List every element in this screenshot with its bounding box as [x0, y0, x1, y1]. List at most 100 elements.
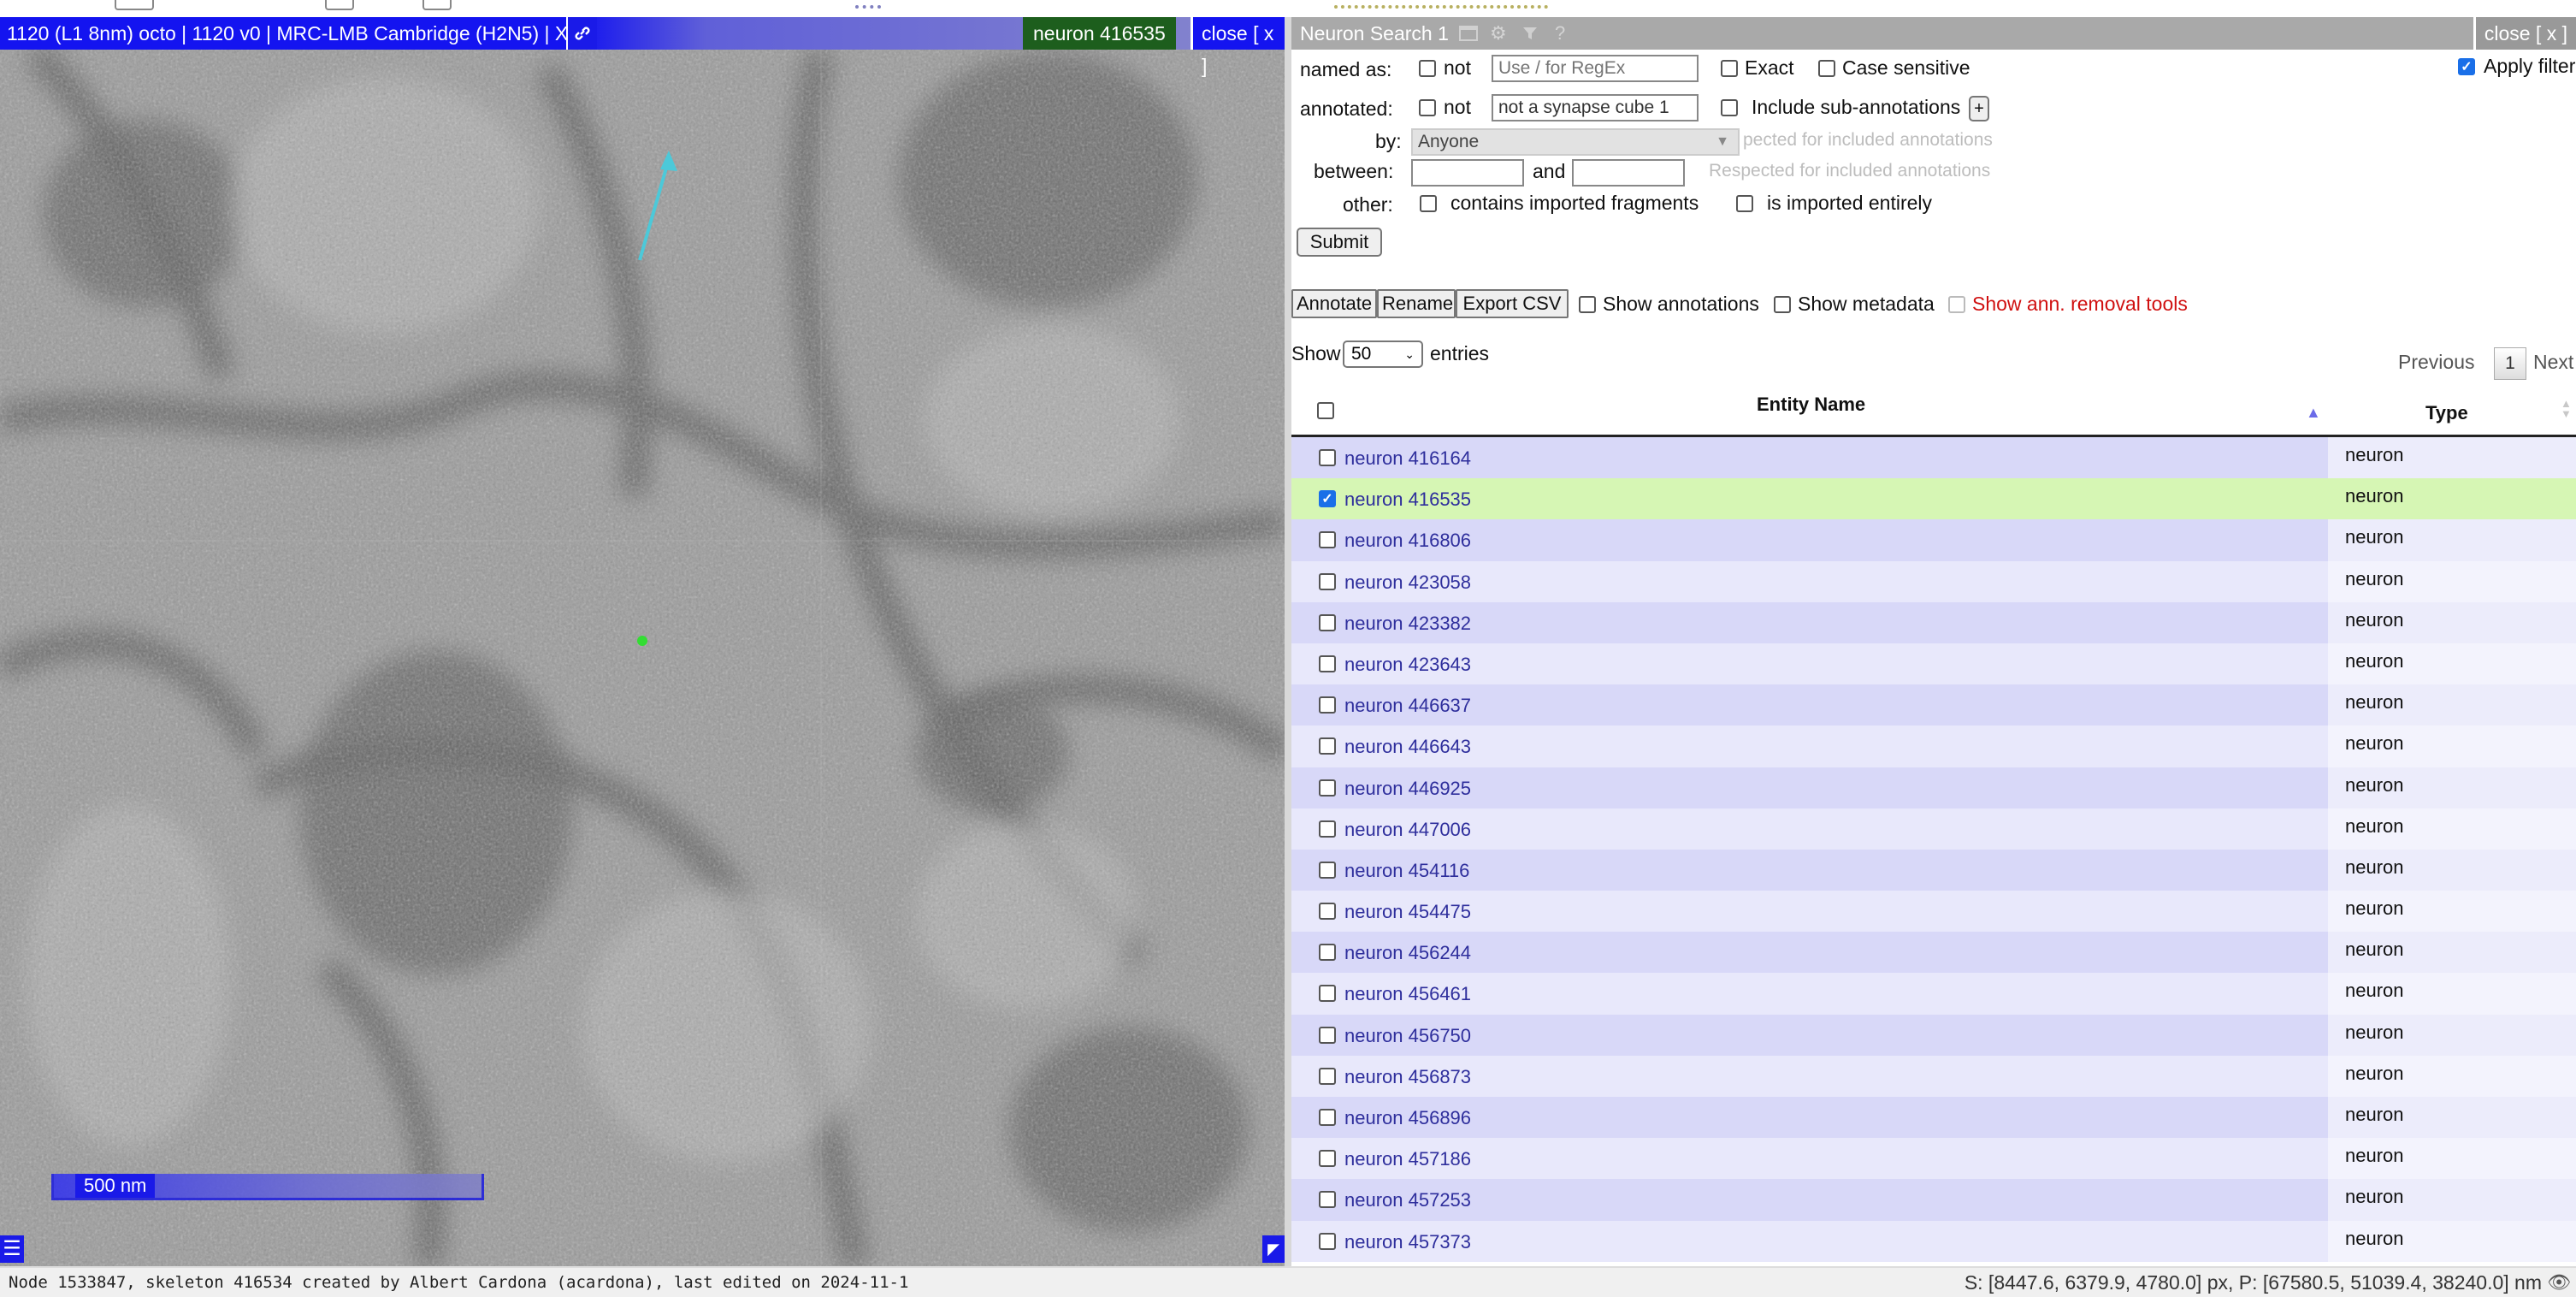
- table-row[interactable]: neuron 457373 neuron: [1291, 1220, 2576, 1262]
- annotated-not-checkbox[interactable]: [1419, 99, 1436, 116]
- row-checkbox[interactable]: [1319, 449, 1336, 466]
- table-row[interactable]: neuron 423058 neuron: [1291, 560, 2576, 602]
- table-row[interactable]: neuron 457253 neuron: [1291, 1179, 2576, 1221]
- type-header[interactable]: Type: [2425, 402, 2468, 424]
- row-checkbox[interactable]: [1319, 820, 1336, 838]
- sort-both-icon[interactable]: ▲ ▼: [2561, 398, 2572, 419]
- annotation-input[interactable]: not a synapse cube 1: [1492, 94, 1699, 121]
- table-row[interactable]: neuron 446643 neuron: [1291, 725, 2576, 767]
- name-search-input[interactable]: [1492, 55, 1699, 82]
- table-row[interactable]: neuron 456750 neuron: [1291, 1014, 2576, 1056]
- table-row[interactable]: neuron 456461 neuron: [1291, 973, 2576, 1015]
- window-icon[interactable]: [1459, 17, 1478, 51]
- row-checkbox[interactable]: [1319, 1067, 1336, 1085]
- next-page-button[interactable]: Next: [2533, 351, 2573, 374]
- neuron-link[interactable]: neuron 416164: [1344, 447, 1471, 470]
- panel-close-button[interactable]: close [ x ]: [2473, 17, 2576, 50]
- annotator-select[interactable]: Anyone ▼: [1411, 128, 1740, 156]
- sort-asc-icon[interactable]: ▲: [2306, 404, 2321, 422]
- menu-icon[interactable]: ☰: [0, 1235, 24, 1263]
- export-csv-button[interactable]: Export CSV: [1456, 289, 1569, 318]
- neuron-link[interactable]: neuron 456750: [1344, 1025, 1471, 1047]
- row-checkbox[interactable]: [1319, 944, 1336, 962]
- apply-filters-checkbox[interactable]: ✓: [2458, 58, 2475, 75]
- help-icon[interactable]: ?: [1555, 17, 1565, 50]
- active-node-marker[interactable]: [637, 636, 647, 646]
- date-from-input[interactable]: [1411, 159, 1524, 187]
- stack-viewer[interactable]: 1120 (L1 8nm) octo | 1120 v0 | MRC-LMB C…: [0, 17, 1285, 1266]
- row-checkbox[interactable]: [1319, 1109, 1336, 1126]
- eye-icon[interactable]: 👁: [2547, 1271, 2571, 1294]
- include-sub-annotations-checkbox[interactable]: [1721, 99, 1738, 116]
- case-sensitive-checkbox[interactable]: [1818, 60, 1835, 77]
- table-row[interactable]: ✓ neuron 416535 neuron: [1291, 478, 2576, 520]
- row-checkbox[interactable]: [1319, 654, 1336, 672]
- table-row[interactable]: neuron 457186 neuron: [1291, 1138, 2576, 1180]
- row-checkbox[interactable]: [1319, 1150, 1336, 1168]
- link-icon[interactable]: [566, 17, 597, 50]
- table-row[interactable]: neuron 446925 neuron: [1291, 767, 2576, 808]
- active-neuron-badge[interactable]: neuron 416535: [1023, 17, 1176, 50]
- neuron-link[interactable]: neuron 456461: [1344, 983, 1471, 1005]
- row-checkbox[interactable]: [1319, 1191, 1336, 1209]
- neuron-link[interactable]: neuron 423382: [1344, 613, 1471, 635]
- date-to-input[interactable]: [1572, 159, 1685, 187]
- filter-icon[interactable]: [1522, 17, 1538, 51]
- neuron-link[interactable]: neuron 446643: [1344, 736, 1471, 758]
- em-image[interactable]: [0, 17, 1285, 1266]
- table-row[interactable]: neuron 456896 neuron: [1291, 1097, 2576, 1139]
- neuron-link[interactable]: neuron 456873: [1344, 1066, 1471, 1088]
- imported-fragments-checkbox[interactable]: [1420, 195, 1437, 212]
- imported-entirely-checkbox[interactable]: [1736, 195, 1753, 212]
- table-row[interactable]: neuron 423643 neuron: [1291, 643, 2576, 685]
- toolbar-button-fragment[interactable]: [115, 0, 154, 10]
- row-checkbox[interactable]: [1319, 985, 1336, 1003]
- neuron-link[interactable]: neuron 454116: [1344, 860, 1469, 882]
- row-checkbox[interactable]: [1319, 737, 1336, 755]
- rename-button[interactable]: Rename: [1377, 289, 1456, 318]
- annotate-button[interactable]: Annotate: [1291, 289, 1377, 318]
- table-row[interactable]: neuron 454116 neuron: [1291, 849, 2576, 891]
- neuron-link[interactable]: neuron 447006: [1344, 819, 1471, 841]
- entries-select[interactable]: 50 ⌄: [1343, 341, 1423, 368]
- exact-checkbox[interactable]: [1721, 60, 1738, 77]
- neuron-link[interactable]: neuron 454475: [1344, 901, 1471, 923]
- neuron-link[interactable]: neuron 423058: [1344, 572, 1471, 594]
- row-checkbox[interactable]: [1319, 572, 1336, 590]
- add-annotation-button[interactable]: +: [1969, 96, 1989, 121]
- row-checkbox[interactable]: [1319, 1232, 1336, 1250]
- table-row[interactable]: neuron 416164 neuron: [1291, 437, 2576, 479]
- previous-page-button[interactable]: Previous: [2398, 351, 2474, 374]
- neuron-link[interactable]: neuron 457253: [1344, 1189, 1471, 1211]
- row-checkbox[interactable]: [1319, 613, 1336, 631]
- neuron-link[interactable]: neuron 423643: [1344, 654, 1471, 676]
- neuron-link[interactable]: neuron 457373: [1344, 1231, 1471, 1253]
- table-row[interactable]: neuron 456873 neuron: [1291, 1055, 2576, 1097]
- show-annotations-checkbox[interactable]: [1579, 296, 1596, 313]
- show-metadata-checkbox[interactable]: [1774, 296, 1791, 313]
- table-row[interactable]: neuron 423382 neuron: [1291, 601, 2576, 643]
- select-all-checkbox[interactable]: [1317, 402, 1334, 419]
- page-1-button[interactable]: 1: [2494, 347, 2526, 380]
- show-removal-tools-checkbox[interactable]: [1948, 296, 1965, 313]
- neuron-link[interactable]: neuron 457186: [1344, 1148, 1471, 1170]
- toolbar-button-fragment[interactable]: [422, 0, 452, 10]
- gear-icon[interactable]: ⚙: [1490, 17, 1507, 50]
- neuron-link[interactable]: neuron 416535: [1344, 489, 1471, 511]
- resize-icon[interactable]: ◤: [1262, 1235, 1285, 1263]
- row-checkbox[interactable]: [1319, 1026, 1336, 1044]
- row-checkbox[interactable]: [1319, 696, 1336, 714]
- table-row[interactable]: neuron 446637 neuron: [1291, 684, 2576, 726]
- row-checkbox[interactable]: [1319, 531, 1336, 549]
- neuron-link[interactable]: neuron 446637: [1344, 695, 1471, 717]
- neuron-link[interactable]: neuron 446925: [1344, 778, 1471, 800]
- submit-button[interactable]: Submit: [1297, 228, 1382, 257]
- row-checkbox[interactable]: [1319, 903, 1336, 921]
- neuron-link[interactable]: neuron 456896: [1344, 1107, 1471, 1129]
- table-row[interactable]: neuron 454475 neuron: [1291, 891, 2576, 933]
- neuron-link[interactable]: neuron 456244: [1344, 942, 1471, 964]
- neuron-link[interactable]: neuron 416806: [1344, 530, 1471, 552]
- viewer-close-button[interactable]: close [ x ]: [1191, 17, 1285, 77]
- panel-divider[interactable]: [1285, 17, 1291, 1266]
- row-checkbox[interactable]: [1319, 779, 1336, 797]
